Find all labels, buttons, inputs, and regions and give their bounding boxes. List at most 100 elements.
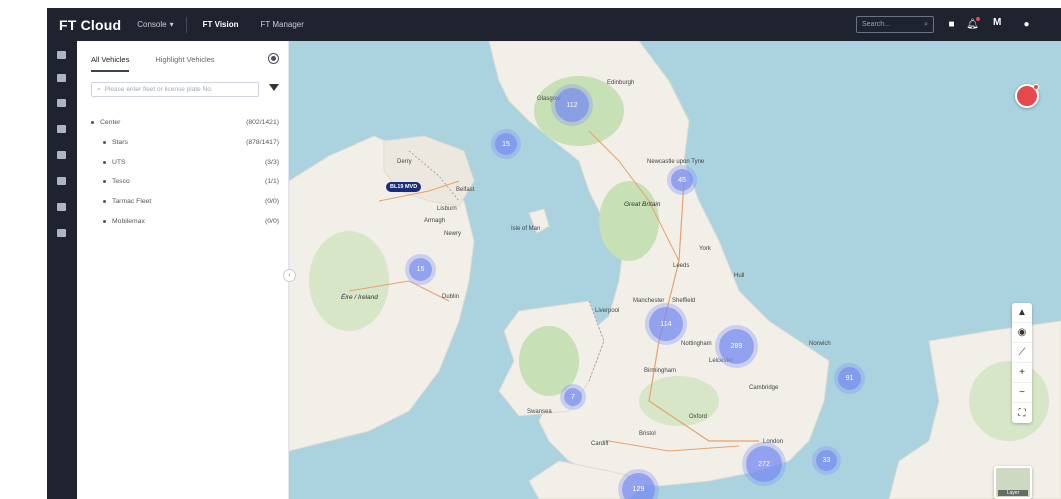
tree-item-name: Stars <box>112 139 128 147</box>
map-label-city: Birmingham <box>644 368 677 374</box>
cluster-marker[interactable]: 7 <box>564 388 582 406</box>
tree-item[interactable]: Tesco (1/1) <box>91 172 283 192</box>
tree-item-name: Mobilemax <box>112 217 145 225</box>
map-label-city: Bristol <box>639 431 656 437</box>
dashboard-icon[interactable] <box>57 51 66 59</box>
map-label-city: Newry <box>444 231 462 237</box>
map-label-city: Swansea <box>527 409 552 415</box>
vehicle-marker[interactable]: BL19 MVD <box>386 182 422 192</box>
tree-item[interactable]: Tarmac Fleet (0/0) <box>91 192 283 212</box>
layer-label: Layer <box>998 490 1028 496</box>
grid-icon[interactable] <box>57 177 66 185</box>
map-label-city: Norwich <box>809 341 831 347</box>
map-label-city: Sheffield <box>672 298 696 304</box>
map-label-city: Dublin <box>442 294 460 300</box>
zoom-in-button[interactable]: + <box>1012 363 1032 383</box>
filter-icon[interactable] <box>269 84 279 91</box>
top-bar: FT Cloud Console ▾ FT Vision FT Manager … <box>47 8 1061 41</box>
tree-item-count: (0/0) <box>265 198 279 206</box>
panel-tabs: All Vehicles Highlight Vehicles <box>91 55 215 72</box>
user-icon[interactable] <box>57 203 66 211</box>
tree-item[interactable]: Center (802/1421) <box>91 113 283 133</box>
screen-icon[interactable]: ■ <box>944 17 959 32</box>
brand-logo[interactable]: FT Cloud <box>59 17 121 33</box>
cluster-marker[interactable]: 91 <box>838 367 861 390</box>
bullet-icon <box>103 160 106 164</box>
nav-ft-manager[interactable]: FT Manager <box>260 20 303 29</box>
map-label-city: London <box>763 439 784 445</box>
settings-rail-icon[interactable] <box>57 229 66 237</box>
bullet-icon <box>103 219 106 223</box>
map-label-ireland: Éire / Ireland <box>341 294 378 301</box>
tree-item-name: Center <box>100 119 121 127</box>
tree-item-name: Tesco <box>112 178 130 186</box>
ruler-icon[interactable]: ⟋ <box>1012 343 1032 363</box>
cluster-marker[interactable]: 129 <box>622 473 655 499</box>
cluster-marker[interactable]: 15 <box>409 258 432 281</box>
report-icon[interactable] <box>57 125 66 133</box>
map-label-city: Lisburn <box>437 206 457 212</box>
map-label-city: Nottingham <box>681 341 712 347</box>
search-placeholder: Search... <box>862 21 891 28</box>
fleet-tree: Center (802/1421) Stars (878/1417) UTS (… <box>91 113 283 231</box>
left-rail <box>47 41 77 499</box>
collapse-panel-button[interactable]: ‹ <box>283 269 296 282</box>
cluster-marker[interactable]: 15 <box>495 133 517 155</box>
car-icon[interactable]: ▲ <box>1012 303 1032 323</box>
tree-item-count: (3/3) <box>265 158 279 166</box>
alert-button[interactable] <box>1015 84 1039 108</box>
tree-item-count: (802/1421) <box>246 119 279 127</box>
video-icon[interactable] <box>57 99 66 107</box>
tree-item[interactable]: UTS (3/3) <box>91 152 283 172</box>
bullet-icon <box>103 141 106 145</box>
search-input[interactable]: Search... ⌕ <box>856 16 934 33</box>
tree-item-name: Tarmac Fleet <box>112 198 152 206</box>
tree-item-count: (0/0) <box>265 217 279 225</box>
vehicle-icon[interactable] <box>57 74 66 82</box>
console-menu[interactable]: Console ▾ <box>137 20 173 29</box>
vehicle-panel: All Vehicles Highlight Vehicles ⌕ Please… <box>77 41 289 499</box>
cluster-marker[interactable]: 112 <box>555 88 589 122</box>
fleet-search-input[interactable]: ⌕ Please enter fleet or license plate No… <box>91 82 259 97</box>
map-label-isle-of-man: Isle of Man <box>511 226 541 232</box>
user-avatar[interactable]: M <box>993 17 1001 28</box>
map-label-city: Edinburgh <box>607 80 635 86</box>
map-label-city: Cambridge <box>749 385 779 391</box>
search-icon: ⌕ <box>97 85 101 93</box>
cluster-marker[interactable]: 33 <box>816 450 837 471</box>
map-label-city: York <box>699 246 711 252</box>
fleet-search-placeholder: Please enter fleet or license plate No. <box>104 86 213 93</box>
chevron-down-icon: ▾ <box>169 20 174 29</box>
search-icon: ⌕ <box>924 20 928 28</box>
cluster-marker[interactable]: 272 <box>746 446 782 482</box>
bullet-icon <box>103 200 106 204</box>
tree-item-name: UTS <box>112 158 126 166</box>
nav-ft-vision[interactable]: FT Vision <box>203 20 239 29</box>
tree-item-count: (878/1417) <box>246 139 279 147</box>
bullet-icon <box>103 180 106 184</box>
zoom-out-button[interactable]: − <box>1012 383 1032 403</box>
cluster-marker[interactable]: 289 <box>719 329 754 364</box>
map-canvas <box>289 41 1061 499</box>
map-label-city: Manchester <box>633 298 665 304</box>
tab-highlight-vehicles[interactable]: Highlight Vehicles <box>155 55 214 72</box>
map-label-great-britain: Great Britain <box>624 201 661 208</box>
tree-item[interactable]: Mobilemax (0/0) <box>91 211 283 231</box>
cluster-marker[interactable]: 114 <box>649 307 683 341</box>
account-icon[interactable]: ● <box>1019 17 1034 32</box>
bell-icon[interactable]: 🔔︎ <box>965 17 980 32</box>
map-toolbar: ▲ ◉ ⟋ + − ⛶ <box>1012 303 1032 423</box>
layer-switcher[interactable]: Layer <box>994 466 1032 499</box>
gear-icon[interactable] <box>269 54 278 63</box>
pin-icon[interactable]: ◉ <box>1012 323 1032 343</box>
bullet-icon <box>91 121 94 125</box>
map-label-city: Liverpool <box>595 308 620 314</box>
tree-item[interactable]: Stars (878/1417) <box>91 133 283 153</box>
map-label-city: Derry <box>397 159 412 165</box>
tab-all-vehicles[interactable]: All Vehicles <box>91 55 130 72</box>
map-view[interactable]: Great Britain Éire / Ireland Isle of Man… <box>289 41 1061 499</box>
location-icon[interactable] <box>57 151 66 159</box>
fullscreen-icon[interactable]: ⛶ <box>1012 403 1032 423</box>
console-label: Console <box>137 20 167 29</box>
cluster-marker[interactable]: 45 <box>671 169 693 191</box>
